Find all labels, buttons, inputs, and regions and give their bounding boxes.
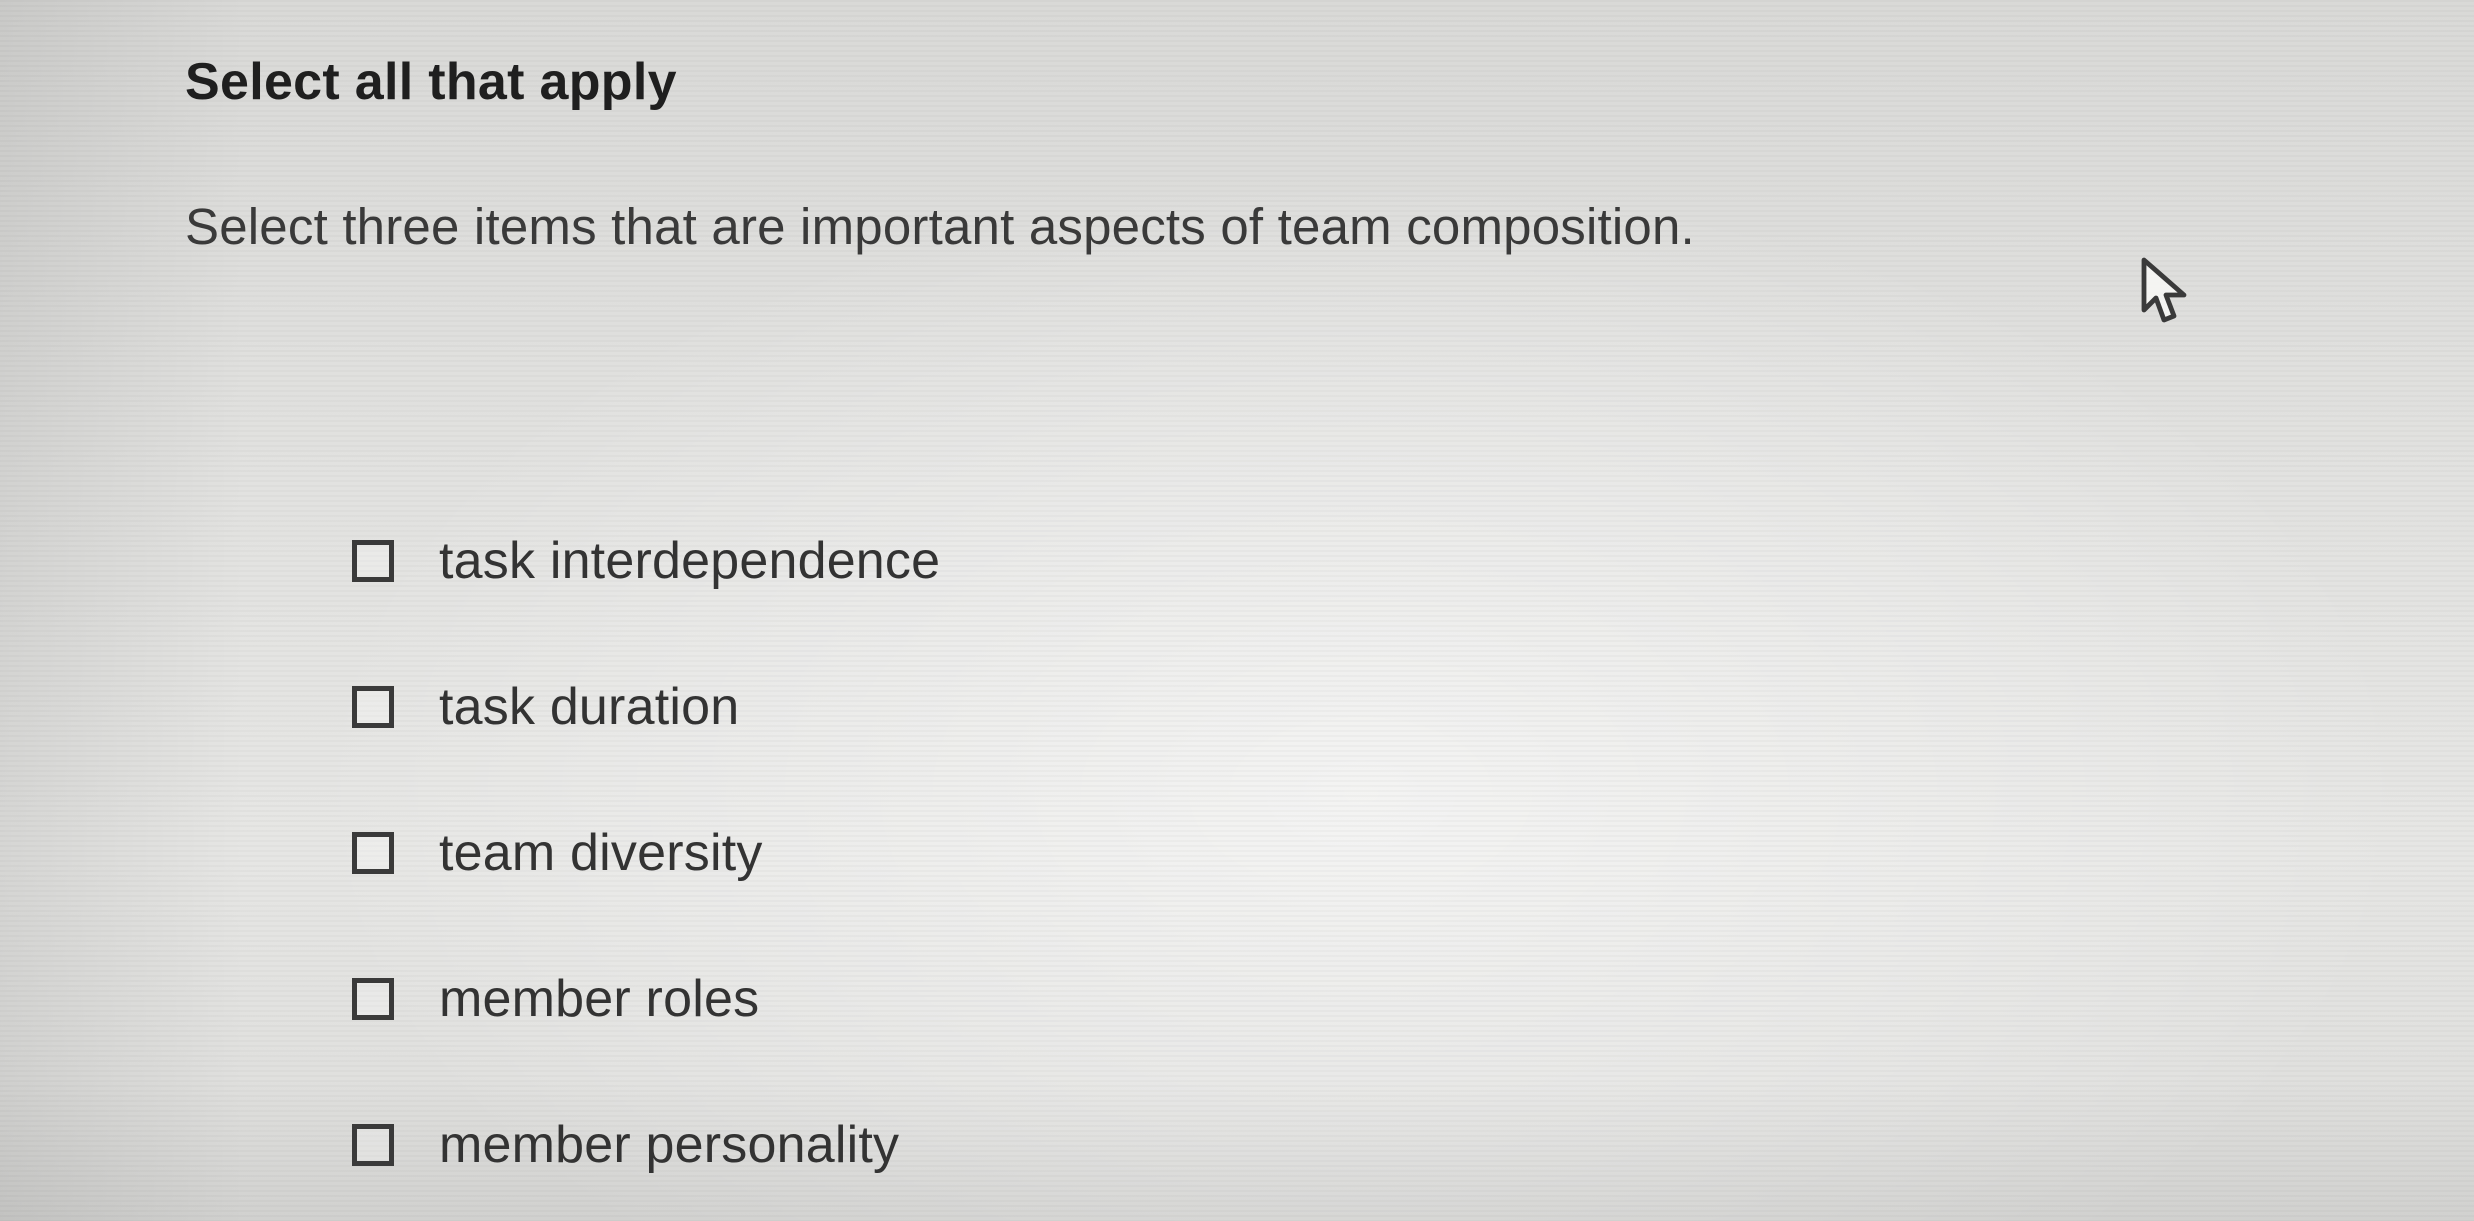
question-prompt: Select three items that are important as… xyxy=(185,198,1695,255)
checkbox[interactable] xyxy=(352,540,394,582)
option-task-interdependence[interactable]: task interdependence xyxy=(352,488,940,634)
option-task-duration[interactable]: task duration xyxy=(352,634,940,780)
option-member-roles[interactable]: member roles xyxy=(352,926,940,1072)
option-member-personality[interactable]: member personality xyxy=(352,1072,940,1218)
question-type-heading: Select all that apply xyxy=(185,53,677,111)
checkbox[interactable] xyxy=(352,978,394,1020)
checkbox[interactable] xyxy=(352,1124,394,1166)
option-label: task interdependence xyxy=(439,532,941,590)
checkbox[interactable] xyxy=(352,686,394,728)
option-label: task duration xyxy=(439,678,740,736)
checkbox[interactable] xyxy=(352,832,394,874)
arrow-pointer-icon xyxy=(2141,257,2187,323)
answer-options: task interdependence task duration team … xyxy=(352,488,940,1218)
option-label: team diversity xyxy=(439,824,763,882)
option-team-diversity[interactable]: team diversity xyxy=(352,780,940,926)
option-label: member personality xyxy=(439,1116,900,1174)
option-label: member roles xyxy=(439,970,760,1028)
